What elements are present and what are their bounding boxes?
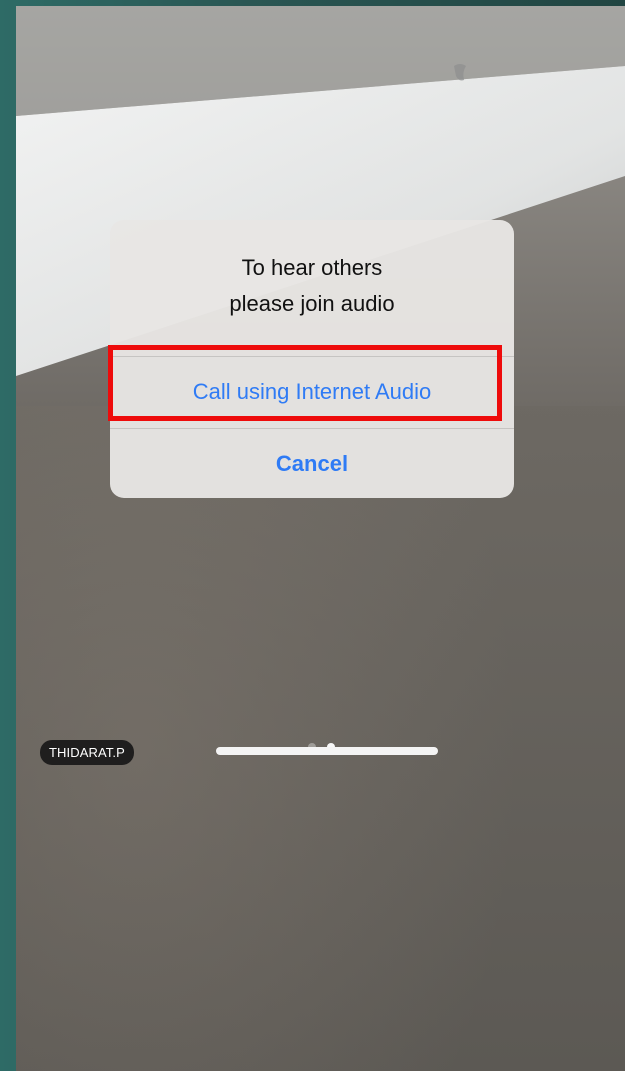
dialog-title-line-2: please join audio xyxy=(229,291,395,316)
join-audio-dialog: To hear others please join audio Call us… xyxy=(110,220,514,498)
dialog-title-line-1: To hear others xyxy=(241,255,383,280)
dialog-title: To hear others please join audio xyxy=(110,250,514,322)
participant-name-badge: THIDARAT.P xyxy=(40,740,134,765)
call-using-internet-audio-button[interactable]: Call using Internet Audio xyxy=(110,357,514,427)
home-indicator-bar[interactable] xyxy=(216,747,438,755)
phone-screen: THIDARAT.P xyxy=(16,6,625,1071)
camera-video-feed xyxy=(16,6,625,1071)
cancel-button[interactable]: Cancel xyxy=(110,429,514,498)
